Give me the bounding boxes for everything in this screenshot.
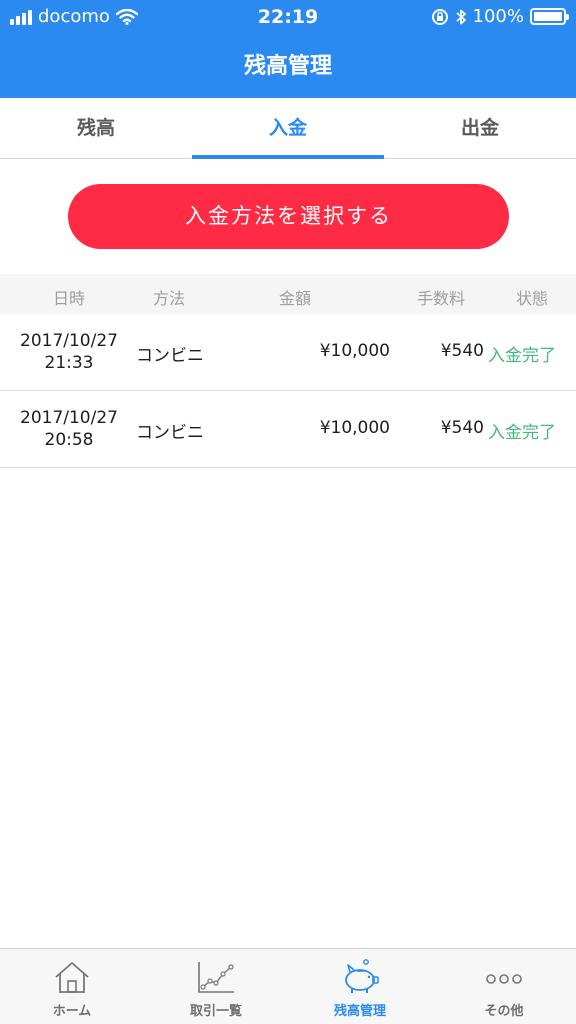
row-fee: ¥540 [440,341,484,361]
row-status: 入金完了 [488,423,556,443]
row-fee: ¥540 [440,418,484,438]
header-status: 状態 [515,289,548,308]
tabbar-balance[interactable]: 残高管理 [288,949,432,1024]
row-datetime: 2017/10/27 21:33 [0,330,138,374]
piggy-bank-icon [345,959,379,993]
row-time: 20:58 [44,430,94,450]
tabbar-balance-label: 残高管理 [333,1004,386,1019]
status-bar: docomo 22:19 100% [0,0,576,34]
header-method: 方法 [153,289,186,308]
segment-tabs: 残高 入金 出金 [0,98,576,159]
tabbar-more-label: その他 [484,1004,524,1019]
row-method: コンビニ [136,423,204,443]
header-fee: 手数料 [416,289,465,308]
battery-icon [530,8,569,25]
tabbar-transactions-label: 取引一覧 [189,1004,242,1019]
select-deposit-method-button[interactable]: 入金方法を選択する [68,184,509,249]
table-row[interactable]: 2017/10/27 21:33 コンビニ ¥10,000 ¥540 入金完了 [0,314,576,391]
row-datetime: 2017/10/27 20:58 [0,407,138,451]
tabbar-home[interactable]: ホーム [0,949,144,1024]
tab-deposit[interactable]: 入金 [192,98,384,159]
tab-balance[interactable]: 残高 [0,98,192,158]
home-icon [55,962,89,993]
row-amount: ¥10,000 [319,341,390,361]
table-row[interactable]: 2017/10/27 20:58 コンビニ ¥10,000 ¥540 入金完了 [0,391,576,468]
battery-percent: 100% [472,6,524,27]
table-header: 日時 方法 金額 手数料 状態 [0,274,576,314]
header-amount: 金額 [278,289,311,308]
more-icon [486,974,522,984]
row-method: コンビニ [136,346,204,366]
tab-withdrawal[interactable]: 出金 [384,98,576,158]
bluetooth-icon [455,9,466,24]
bottom-tab-bar: ホーム 取引一覧 残高管理 その他 [0,948,576,1024]
row-date: 2017/10/27 [20,331,118,351]
tabbar-home-label: ホーム [52,1004,92,1019]
rotation-lock-icon [431,8,448,25]
deposit-history-list: 2017/10/27 21:33 コンビニ ¥10,000 ¥540 入金完了 … [0,314,576,468]
tabbar-transactions[interactable]: 取引一覧 [144,949,288,1024]
row-date: 2017/10/27 [20,408,118,428]
row-status: 入金完了 [488,346,556,366]
chart-icon [198,962,234,993]
tabbar-more[interactable]: その他 [432,949,576,1024]
header-date: 日時 [52,289,85,308]
page-title: 残高管理 [243,54,332,79]
row-amount: ¥10,000 [319,418,390,438]
app-header-area: docomo 22:19 100% 残高管理 [0,0,576,98]
row-time: 21:33 [44,353,94,373]
